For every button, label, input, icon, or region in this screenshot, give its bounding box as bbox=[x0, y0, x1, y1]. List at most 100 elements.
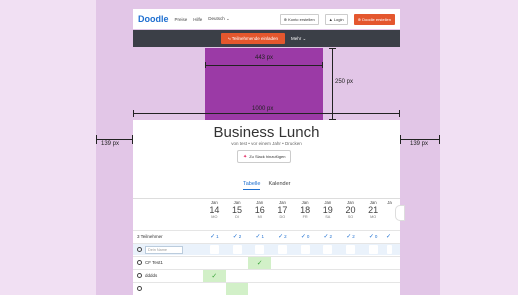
check-icon: ✓ bbox=[300, 234, 306, 240]
date-day: 19 bbox=[322, 205, 333, 215]
date-column: Jan 15 DI bbox=[226, 200, 249, 219]
measure-line-left bbox=[96, 139, 133, 140]
doodle-logo[interactable]: Doodle bbox=[138, 14, 169, 24]
vote-cell bbox=[226, 270, 249, 282]
check-icon: ✓ bbox=[278, 234, 284, 240]
tab-calendar[interactable]: Kalender bbox=[268, 181, 290, 190]
date-weekday: FR bbox=[302, 215, 308, 219]
participant-name-cell: dddds bbox=[133, 273, 203, 278]
summary-cell: ✓ 0 bbox=[294, 231, 317, 243]
date-day: 15 bbox=[232, 205, 243, 215]
date-column: Jan 18 FR bbox=[294, 200, 317, 219]
participant-name: CF Test1 bbox=[145, 260, 163, 265]
tab-table[interactable]: Tabelle bbox=[243, 181, 261, 190]
vote-cell bbox=[203, 257, 226, 269]
date-column: Jan 20 SO bbox=[339, 200, 362, 219]
checkbox-box bbox=[386, 245, 392, 254]
nav-pricing[interactable]: Preise bbox=[175, 17, 188, 22]
checkbox-box bbox=[255, 245, 265, 254]
checkbox-box bbox=[209, 245, 219, 254]
vote-checkbox[interactable] bbox=[385, 244, 394, 256]
create-account-button[interactable]: ⊕ Konto erstellen bbox=[279, 13, 319, 25]
vote-cell-yes bbox=[225, 282, 249, 295]
vote-cell bbox=[248, 270, 271, 282]
participant-name: dddds bbox=[145, 273, 158, 278]
vote-cell bbox=[339, 283, 362, 295]
vote-cell bbox=[362, 270, 385, 282]
vote-cell bbox=[316, 270, 339, 282]
summary-cell: ✓ 1 bbox=[203, 231, 226, 243]
summary-cell: ✓ 2 bbox=[316, 231, 339, 243]
create-doodle-button[interactable]: ⊕ Doodle erstellen bbox=[353, 13, 395, 25]
date-day: 18 bbox=[300, 205, 311, 215]
date-weekday: MO bbox=[370, 215, 377, 219]
input-row-left: Dein Name bbox=[133, 245, 203, 254]
check-icon: ✓ bbox=[232, 234, 238, 240]
summary-count: 2 bbox=[329, 234, 333, 239]
login-button[interactable]: ▲ Login bbox=[324, 13, 348, 25]
summary-cell: ✓ 1 bbox=[248, 231, 271, 243]
vote-checkbox[interactable] bbox=[203, 244, 226, 256]
invite-participants-button[interactable]: ⤷ Teilnehmende einladen bbox=[221, 33, 285, 44]
nav-help[interactable]: Hilfe bbox=[193, 17, 202, 22]
more-menu-button[interactable]: Mehr ⌄ bbox=[291, 33, 306, 44]
summary-cell: ✓ bbox=[385, 231, 394, 243]
date-column: Jan 17 DO bbox=[271, 200, 294, 219]
measure-tick bbox=[400, 135, 401, 144]
vote-cell bbox=[316, 283, 339, 295]
vote-checkbox[interactable] bbox=[271, 244, 294, 256]
date-weekday: DO bbox=[279, 215, 286, 219]
date-month: Ja bbox=[387, 200, 392, 205]
date-weekday: SA bbox=[325, 215, 331, 219]
vote-cell-yes: ✓ bbox=[203, 269, 226, 282]
participant-row: CF Test1 ✓ bbox=[133, 256, 400, 269]
avatar-icon bbox=[137, 247, 142, 252]
checkbox-box bbox=[300, 245, 310, 254]
checkbox-box bbox=[368, 245, 378, 254]
your-name-input[interactable]: Dein Name bbox=[145, 245, 183, 254]
measure-tick bbox=[96, 135, 97, 144]
vote-cell bbox=[316, 257, 339, 269]
summary-row: 3 Teilnehmer ✓ 1 ✓ 2 ✓ 1 ✓ 2 ✓ 0 ✓ 2 ✓ 2 ✓ 0 ✓ bbox=[133, 230, 400, 242]
vote-checkbox[interactable] bbox=[226, 244, 249, 256]
date-day: 20 bbox=[345, 205, 356, 215]
vote-cell bbox=[294, 283, 317, 295]
vote-cell bbox=[294, 257, 317, 269]
date-weekday: SO bbox=[347, 215, 354, 219]
measure-label-1000: 1000 px bbox=[252, 106, 274, 112]
date-day: 14 bbox=[209, 205, 220, 215]
vote-cell bbox=[362, 283, 385, 295]
check-icon: ✓ bbox=[255, 234, 261, 240]
vote-checkbox[interactable] bbox=[294, 244, 317, 256]
vote-cell bbox=[339, 257, 362, 269]
date-day: 16 bbox=[254, 205, 265, 215]
avatar-icon bbox=[137, 260, 142, 265]
vote-cell bbox=[339, 270, 362, 282]
check-icon: ✓ bbox=[368, 234, 374, 240]
poll-meta: von test • vor einem Jahr • Drucken bbox=[231, 141, 302, 146]
date-day: 21 bbox=[368, 205, 379, 215]
vote-checkbox[interactable] bbox=[248, 244, 271, 256]
grid-divider bbox=[133, 198, 400, 199]
check-icon: ✓ bbox=[346, 234, 352, 240]
date-column: Ja bbox=[385, 200, 395, 219]
avatar-icon bbox=[137, 273, 142, 278]
summary-count: 1 bbox=[216, 234, 219, 239]
measure-tick bbox=[439, 135, 440, 144]
date-header: Jan 14 MO Jan 15 DI Jan 16 MI Jan 17 DO Jan 18 FR … bbox=[203, 200, 395, 219]
date-column: Jan 19 SA bbox=[316, 200, 339, 219]
participant-row bbox=[133, 282, 400, 295]
vote-checkbox[interactable] bbox=[362, 244, 385, 256]
vote-checkbox[interactable] bbox=[316, 244, 339, 256]
language-select[interactable]: Deutsch ⌄ bbox=[208, 16, 230, 22]
app-header: Doodle Preise Hilfe Deutsch ⌄ ⊕ Konto er… bbox=[133, 9, 400, 29]
date-column: Jan 16 MI bbox=[248, 200, 271, 219]
measure-label-left: 139 px bbox=[101, 141, 120, 147]
summary-cell: ✓ 2 bbox=[226, 231, 249, 243]
measure-label-443: 443 px bbox=[205, 55, 323, 61]
scroll-right-button[interactable] bbox=[395, 205, 405, 221]
check-icon: ✓ bbox=[323, 234, 329, 240]
vote-checkbox[interactable] bbox=[339, 244, 362, 256]
vote-cell bbox=[248, 283, 271, 295]
add-to-slack-button[interactable]: ✦ Zu Slack hinzufügen bbox=[237, 150, 292, 163]
